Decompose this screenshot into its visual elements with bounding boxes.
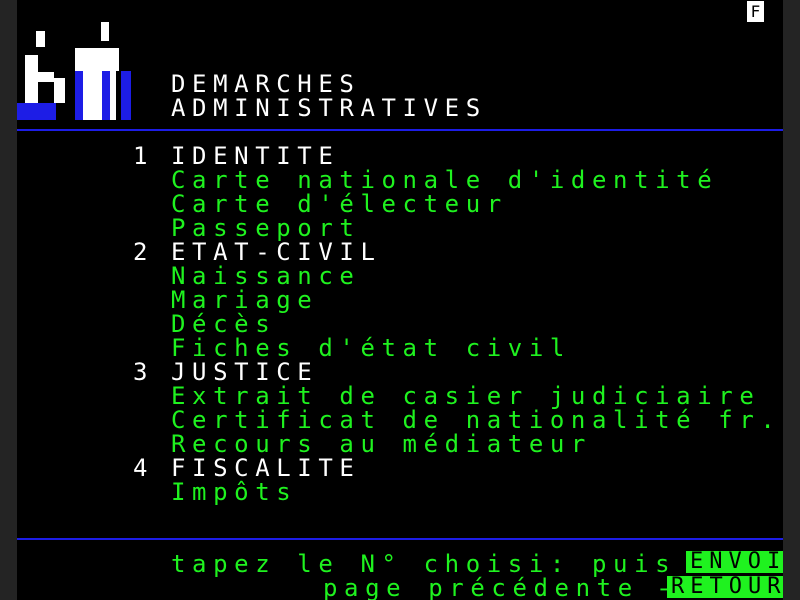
- menu-item-passeport[interactable]: Passeport: [171, 216, 360, 240]
- retour-key-button[interactable]: RETOUR: [667, 576, 783, 598]
- left-border: [0, 0, 17, 600]
- menu-item-recours-mediateur[interactable]: Recours au médiateur: [171, 432, 592, 456]
- status-badge: F: [747, 1, 764, 22]
- page-title-line2: ADMINISTRATIVES: [171, 94, 487, 122]
- envoi-key-button[interactable]: ENVOI: [686, 551, 783, 573]
- menu-item-certificat-nationalite[interactable]: Certificat de nationalité fr.: [171, 408, 781, 432]
- menu-item-casier-judiciaire[interactable]: Extrait de casier judiciaire: [171, 384, 760, 408]
- section-heading-identite[interactable]: IDENTITE: [171, 144, 339, 168]
- minitel-screen: F DEMARCHES ADMINISTRATIVES 1 IDENTITE C…: [0, 0, 800, 600]
- section-number-fiscalite: 4: [133, 454, 155, 482]
- menu-item-mariage[interactable]: Mariage: [171, 288, 318, 312]
- top-divider: [17, 129, 783, 131]
- menu-item-naissance[interactable]: Naissance: [171, 264, 360, 288]
- menu-item-carte-identite[interactable]: Carte nationale d'identité: [171, 168, 718, 192]
- section-heading-fiscalite[interactable]: FISCALITE: [171, 456, 360, 480]
- section-number-etat-civil: 2: [133, 238, 155, 266]
- section-number-justice: 3: [133, 358, 155, 386]
- right-border: [783, 0, 800, 600]
- footer-prompt: tapez le N° choisi: puis →: [171, 550, 719, 578]
- menu-item-carte-electeur[interactable]: Carte d'électeur: [171, 192, 508, 216]
- logo-icon: [17, 22, 131, 120]
- section-heading-justice[interactable]: JUSTICE: [171, 360, 318, 384]
- menu-item-impots[interactable]: Impôts: [171, 480, 297, 504]
- bottom-divider: [17, 538, 783, 540]
- page-title-line1: DEMARCHES: [171, 70, 361, 98]
- section-heading-etat-civil[interactable]: ETAT-CIVIL: [171, 240, 382, 264]
- menu-item-deces[interactable]: Décès: [171, 312, 276, 336]
- back-prompt: page précédente →: [323, 574, 681, 600]
- menu-item-fiches-etat-civil[interactable]: Fiches d'état civil: [171, 336, 571, 360]
- section-number-identite: 1: [133, 142, 155, 170]
